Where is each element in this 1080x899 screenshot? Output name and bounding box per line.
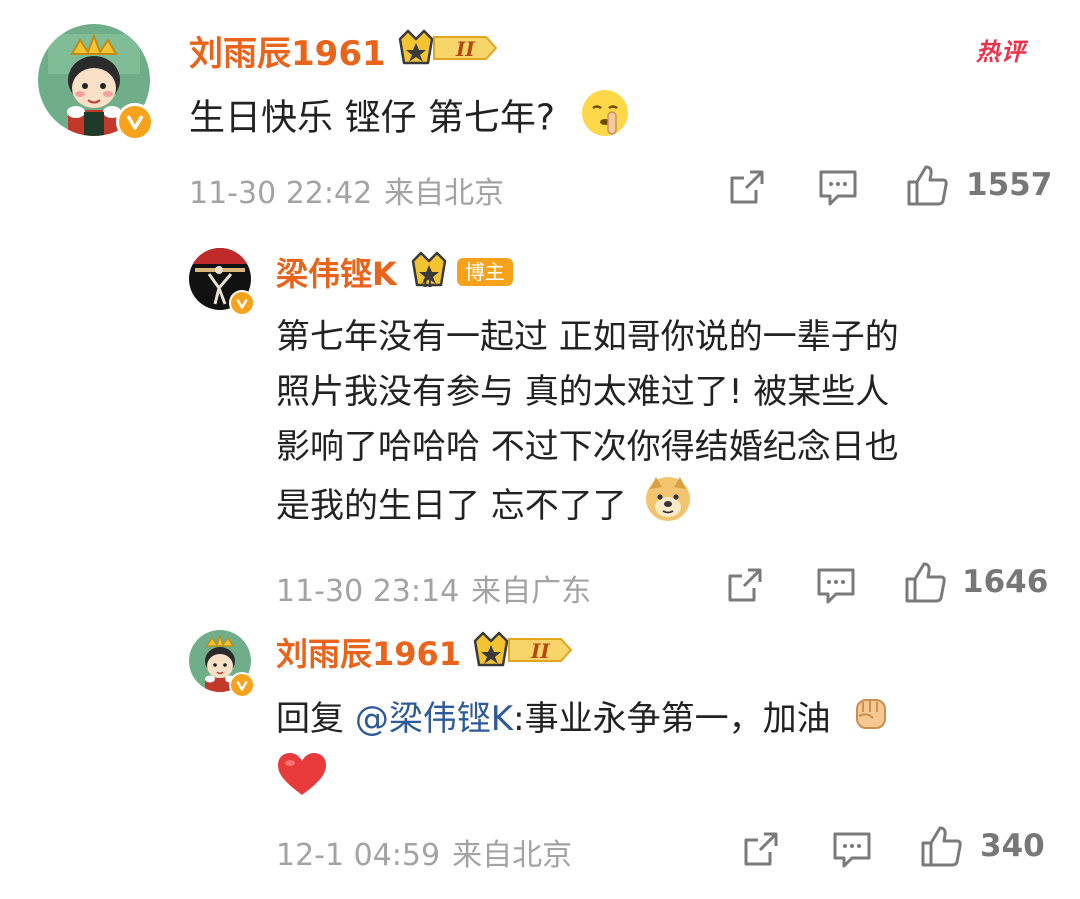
comment-line: 照片我没有参与 真的太难过了! 被某些人 [276,372,890,412]
comment-line: 第七年没有一起过 正如哥你说的一辈子的 [276,317,899,357]
comment-text: 第七年没有一起过 正如哥你说的一辈子的 照片我没有参与 真的太难过了! 被某些人… [276,310,899,540]
share-icon[interactable] [726,566,764,604]
verified-icon [229,290,255,316]
like-count: 1557 [966,167,1053,203]
fist-emoji-icon [849,690,893,751]
verified-icon [229,672,255,698]
doge-emoji-icon [644,475,692,540]
crown-icon: II [409,251,455,293]
comment-3: 刘雨辰1961 II 回复 @梁伟铿K:事业永争第一，加油 12-1 04:59… [0,620,1080,899]
comment-icon[interactable] [816,566,856,606]
svg-text:II: II [423,279,433,289]
comment-line: 是我的生日了 忘不了了 [276,486,627,526]
username[interactable]: 梁伟铿K [276,249,397,295]
reply-prefix: 回复 [276,699,355,739]
share-icon[interactable] [742,830,780,868]
heart-emoji-icon [276,751,328,814]
comment-location: 来自北京 [452,838,573,873]
comment-body: 生日快乐 铿仔 第七年? [189,97,555,139]
comment-header: 刘雨辰1961 II [189,26,498,75]
like-icon[interactable] [920,825,964,869]
comment-meta: 11-30 23:14 来自广东 [276,566,591,610]
comment-location: 来自北京 [384,176,505,211]
comment-meta: 11-30 22:42 来自北京 [189,168,504,212]
svg-text:II: II [530,639,550,663]
author-tag: 博主 [456,258,513,286]
share-icon[interactable] [728,168,766,206]
comment-meta: 12-1 04:59 来自北京 [276,830,572,874]
reply-text: :事业永争第一，加油 [513,699,831,739]
comment-location: 来自广东 [471,574,592,609]
comment-date: 11-30 22:42 [189,176,373,211]
like-icon[interactable] [906,164,950,208]
like-count: 340 [980,828,1045,864]
comment-text: 生日快乐 铿仔 第七年? [189,88,630,151]
like-icon[interactable] [904,561,948,605]
comment-icon[interactable] [818,168,858,208]
comment-date: 11-30 23:14 [276,574,460,609]
username[interactable]: 刘雨辰1961 [189,26,386,75]
comment-date: 12-1 04:59 [276,838,441,873]
comment-header: 刘雨辰1961 II [276,630,573,674]
comment-line: 影响了哈哈哈 不过下次你得结婚纪念日也 [276,427,899,467]
comment-icon[interactable] [832,830,872,870]
verified-icon [116,103,154,141]
mention-link[interactable]: @梁伟铿K [355,699,513,739]
crown-icon: II [396,29,498,71]
shush-emoji-icon [580,88,630,151]
crown-icon: II [471,631,573,673]
like-count: 1646 [962,564,1049,600]
svg-text:II: II [455,37,475,61]
username[interactable]: 刘雨辰1961 [276,629,461,675]
comment-2: 梁伟铿K II 博主 第七年没有一起过 正如哥你说的一辈子的 照片我没有参与 真… [0,230,1080,620]
comment-1: 刘雨辰1961 II 生日快乐 铿仔 第七年? 11-30 22:42 来自北京 [0,0,1080,230]
comment-text: 回复 @梁伟铿K:事业永争第一，加油 [276,690,893,814]
comment-header: 梁伟铿K II 博主 [276,250,513,294]
